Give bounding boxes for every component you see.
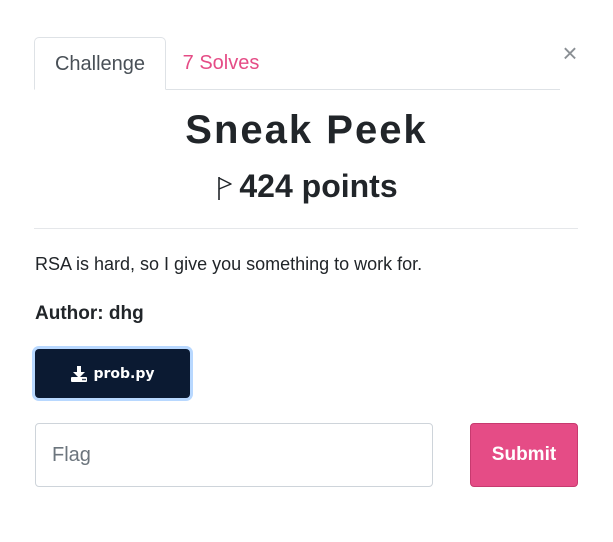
challenge-modal: Challenge 7 Solves × Sneak Peek 424 poin…: [0, 0, 613, 542]
download-icon: [70, 365, 88, 383]
divider: [34, 228, 578, 229]
flag-input[interactable]: [35, 423, 433, 487]
challenge-description: RSA is hard, so I give you something to …: [35, 254, 423, 274]
challenge-points: 424 points: [0, 168, 613, 205]
download-file-button[interactable]: prob.py: [35, 349, 190, 398]
tab-challenge[interactable]: Challenge: [34, 37, 166, 90]
challenge-title: Sneak Peek: [185, 108, 428, 152]
file-name-label: prob.py: [93, 365, 155, 382]
tab-bar: Challenge 7 Solves: [34, 37, 560, 90]
close-icon[interactable]: ×: [557, 40, 583, 66]
tab-solves[interactable]: 7 Solves: [176, 37, 266, 89]
points-value: 424 points: [239, 168, 398, 204]
challenge-author: Author: dhg: [35, 303, 144, 324]
submit-button[interactable]: Submit: [470, 423, 578, 487]
flag-icon: [218, 177, 233, 200]
